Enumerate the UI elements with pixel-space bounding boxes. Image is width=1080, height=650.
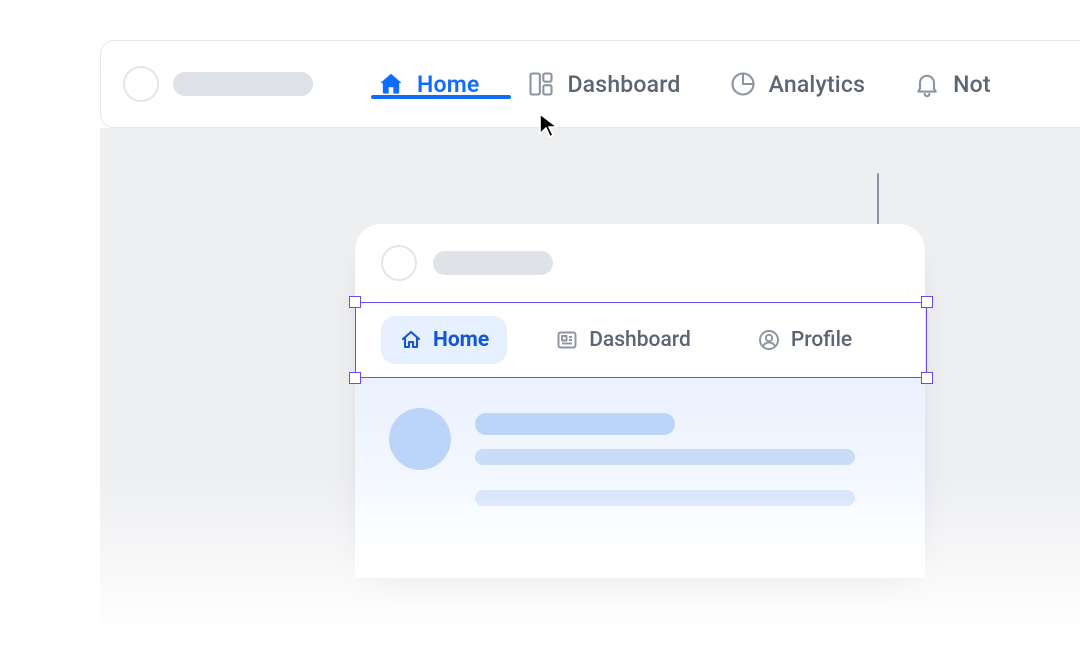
avatar-placeholder xyxy=(123,66,159,102)
topnav-notifications[interactable]: Not xyxy=(913,70,991,98)
analytics-icon xyxy=(729,70,757,98)
selection-handle-bl[interactable] xyxy=(349,372,361,384)
skeleton-row-1 xyxy=(389,408,891,470)
topnav-home[interactable]: Home xyxy=(377,70,479,98)
frame-tab-dashboard-label: Dashboard xyxy=(589,328,691,352)
topnav-dashboard-label: Dashboard xyxy=(567,71,680,98)
profile-icon xyxy=(757,328,781,352)
frame-tabbar: Home Dashboard Profile xyxy=(355,302,925,378)
tabbar-selection[interactable]: Home Dashboard Profile xyxy=(355,302,925,378)
frame-header xyxy=(355,224,925,302)
frame-tab-profile-label: Profile xyxy=(791,328,852,352)
workspace: Home Dashboard Profile xyxy=(100,128,1080,650)
frame-tab-home-label: Home xyxy=(433,328,489,352)
line-skeleton xyxy=(475,449,855,465)
topnav-dashboard[interactable]: Dashboard xyxy=(527,70,680,98)
avatar-skeleton xyxy=(389,408,451,470)
home-icon xyxy=(377,70,405,98)
frame-tab-dashboard[interactable]: Dashboard xyxy=(537,316,709,364)
bell-icon xyxy=(913,70,941,98)
frame-tab-home[interactable]: Home xyxy=(381,316,507,364)
top-navbar: Home Dashboard Analytics Not xyxy=(100,40,1080,128)
design-frame[interactable]: Home Dashboard Profile xyxy=(355,224,925,578)
topnav-home-label: Home xyxy=(417,71,479,98)
dashboard-icon xyxy=(527,70,555,98)
frame-tab-profile[interactable]: Profile xyxy=(739,316,870,364)
top-nav-items: Home Dashboard Analytics Not xyxy=(377,70,991,98)
frame-avatar-placeholder xyxy=(381,245,417,281)
topnav-analytics[interactable]: Analytics xyxy=(729,70,866,98)
topnav-notifications-label: Not xyxy=(953,71,991,98)
frame-title-skeleton xyxy=(433,251,553,275)
news-icon xyxy=(555,328,579,352)
selection-handle-br[interactable] xyxy=(921,372,933,384)
selection-handle-tl[interactable] xyxy=(349,296,361,308)
line-skeleton xyxy=(475,413,675,435)
selection-handle-tr[interactable] xyxy=(921,296,933,308)
mouse-cursor-icon xyxy=(537,112,561,140)
home-icon xyxy=(399,328,423,352)
topnav-analytics-label: Analytics xyxy=(769,71,866,98)
line-skeleton xyxy=(475,490,855,506)
frame-body xyxy=(355,378,925,578)
title-skeleton xyxy=(173,72,313,96)
